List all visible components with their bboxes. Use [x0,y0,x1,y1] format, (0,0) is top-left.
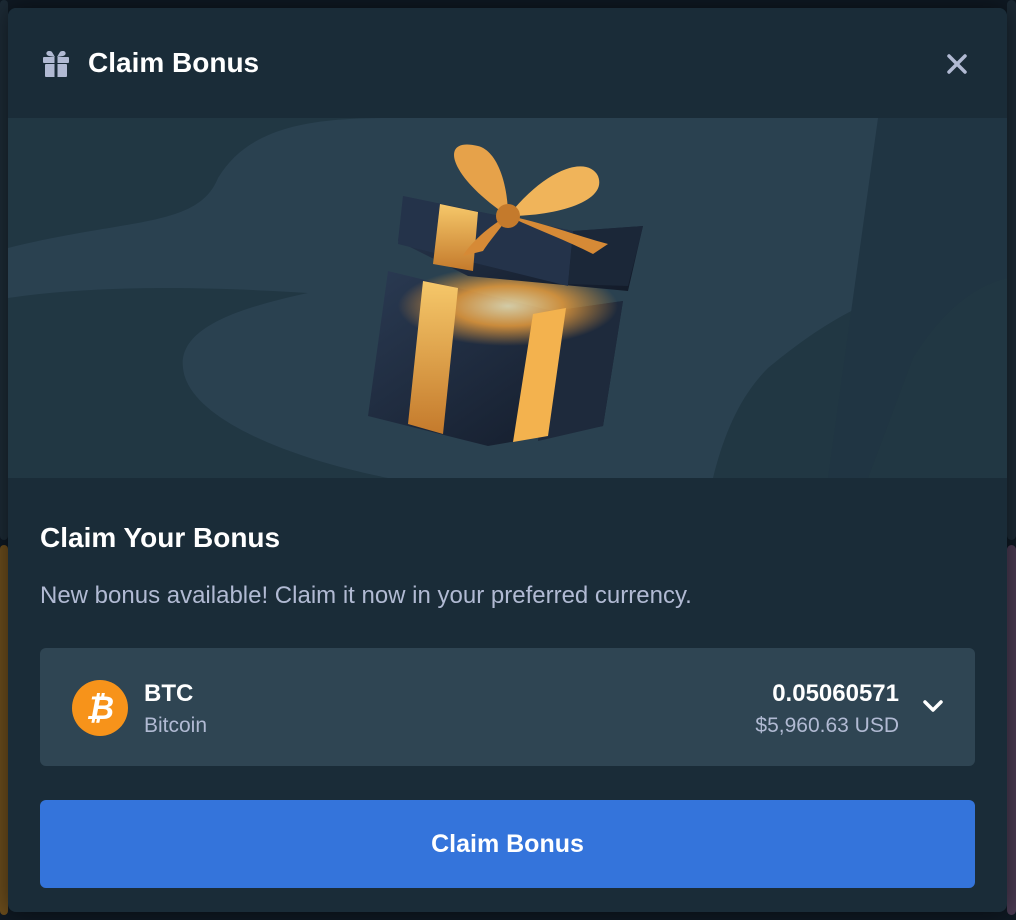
content-title: Claim Your Bonus [40,522,281,553]
currency-name: Bitcoin [144,714,208,737]
modal-header: Claim Bonus [8,8,1007,118]
gift-icon [43,51,69,77]
bonus-content: Claim Your Bonus New bonus available! Cl… [8,478,1007,888]
gift-box-illustration [368,144,643,446]
bonus-fiat-value: $5,960.63 USD [755,714,899,737]
background-tile [1007,545,1016,915]
bitcoin-glyph: ₿ [85,689,115,726]
close-icon [947,54,967,74]
claim-bonus-button[interactable]: Claim Bonus [40,800,975,888]
background-tile [0,0,8,540]
currency-code: BTC [144,680,194,707]
claim-bonus-modal: Claim Bonus Claim Your Bonus New bonus a… [8,8,1007,912]
bonus-amount: 0.05060571 [772,680,899,707]
bitcoin-icon: ₿ [72,680,128,736]
content-description: New bonus available! Claim it now in you… [40,582,692,609]
background-tile [1007,0,1016,540]
background-tile [0,545,8,915]
chevron-down-icon [923,700,943,712]
close-button[interactable] [937,44,977,84]
currency-select[interactable]: ₿ BTC Bitcoin 0.05060571 $5,960.63 USD [40,648,975,766]
bonus-hero-banner [8,118,1007,478]
modal-title: Claim Bonus [88,47,260,78]
